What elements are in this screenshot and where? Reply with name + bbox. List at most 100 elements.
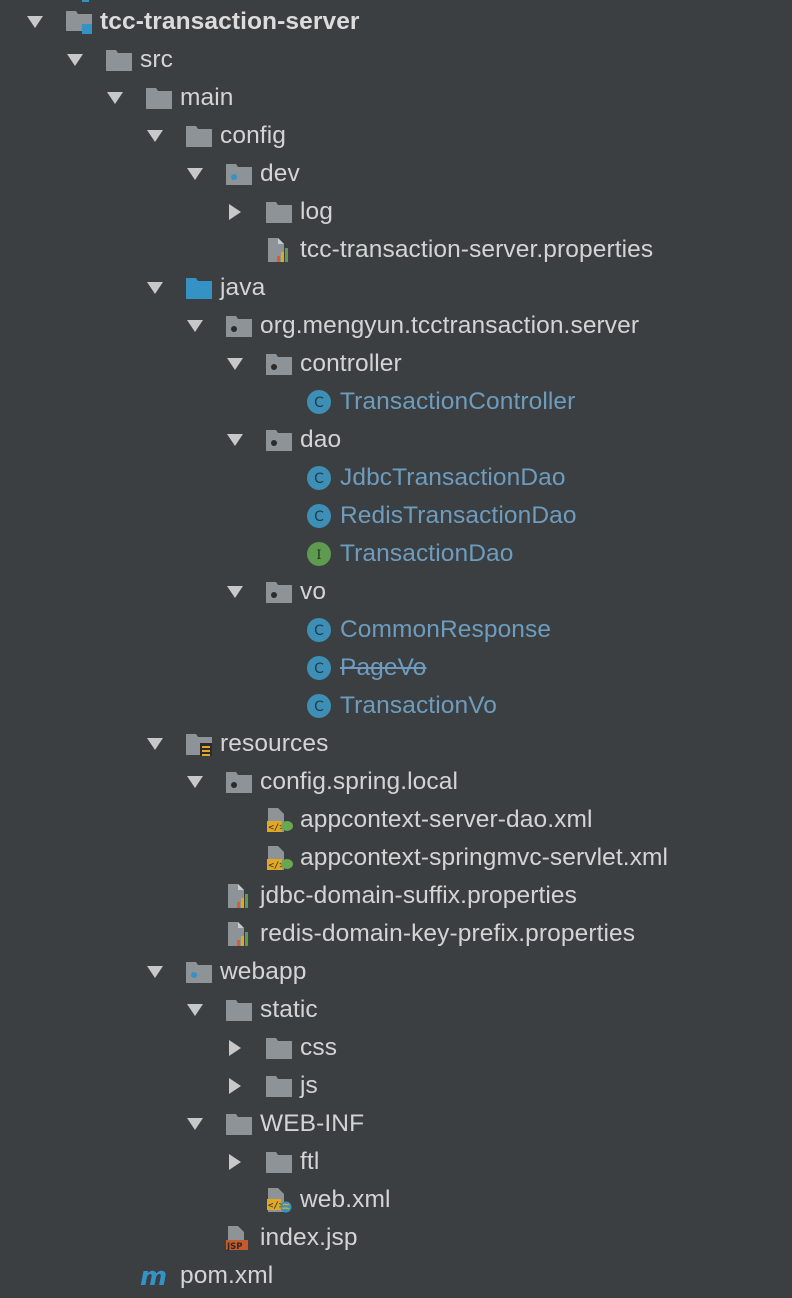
tree-item-java[interactable]: java — [0, 269, 792, 307]
collapse-arrow-icon[interactable] — [186, 165, 204, 183]
folder-icon — [224, 1111, 254, 1137]
tree-item-appcontext-server-dao-xml[interactable]: </> appcontext-server-dao.xml — [0, 801, 792, 839]
jsp-icon: JSP — [224, 1225, 254, 1251]
collapse-arrow-icon[interactable] — [66, 51, 84, 69]
folder-icon — [144, 85, 174, 111]
collapse-arrow-icon[interactable] — [146, 279, 164, 297]
tree-item-label: TransactionDao — [340, 540, 514, 567]
tree-item-common-response[interactable]: C CommonResponse — [0, 611, 792, 649]
collapse-arrow-icon[interactable] — [226, 583, 244, 601]
scroll-edge-mark — [86, 0, 89, 2]
folder-icon — [264, 1073, 294, 1099]
collapse-arrow-icon[interactable] — [186, 317, 204, 335]
tree-item-server-package[interactable]: org.mengyun.tcctransaction.server — [0, 307, 792, 345]
tree-item-dao[interactable]: dao — [0, 421, 792, 459]
tree-item-tcc-transaction-server-properties[interactable]: tcc-transaction-server.properties — [0, 231, 792, 269]
properties-icon — [264, 237, 294, 263]
tree-item-appcontext-springmvc-servlet-xml[interactable]: </> appcontext-springmvc-servlet.xml — [0, 839, 792, 877]
svg-text:I: I — [316, 548, 321, 563]
tree-item-label: static — [260, 996, 318, 1023]
collapse-arrow-icon[interactable] — [146, 127, 164, 145]
tree-item-redis-transaction-dao[interactable]: C RedisTransactionDao — [0, 497, 792, 535]
tree-item-label: web.xml — [300, 1186, 391, 1213]
folder-icon — [104, 47, 134, 73]
class-icon: C — [304, 389, 334, 415]
svg-text:C: C — [314, 395, 324, 411]
tree-item-label: main — [180, 84, 234, 111]
tree-item-static[interactable]: static — [0, 991, 792, 1029]
tree-item-transaction-dao[interactable]: I TransactionDao — [0, 535, 792, 573]
package-icon — [224, 769, 254, 795]
package-icon — [264, 351, 294, 377]
tree-item-page-vo[interactable]: C PageVo — [0, 649, 792, 687]
tree-item-ftl[interactable]: ftl — [0, 1143, 792, 1181]
class-icon: C — [304, 693, 334, 719]
tree-item-label: TransactionController — [340, 388, 576, 415]
tree-item-label: tcc-transaction-server.properties — [300, 236, 654, 263]
collapse-arrow-icon[interactable] — [226, 431, 244, 449]
tree-item-resources[interactable]: resources — [0, 725, 792, 763]
collapse-arrow-icon[interactable] — [186, 773, 204, 791]
tree-item-controller[interactable]: controller — [0, 345, 792, 383]
folder-icon — [264, 1149, 294, 1175]
tree-item-jdbc-domain-suffix-properties[interactable]: jdbc-domain-suffix.properties — [0, 877, 792, 915]
tree-item-label: ftl — [300, 1148, 320, 1175]
tree-item-web-inf[interactable]: WEB-INF — [0, 1105, 792, 1143]
class-icon: C — [304, 503, 334, 529]
tree-item-label: config.spring.local — [260, 768, 459, 795]
collapse-arrow-icon[interactable] — [106, 89, 124, 107]
tree-item-vo[interactable]: vo — [0, 573, 792, 611]
tree-item-transaction-vo[interactable]: C TransactionVo — [0, 687, 792, 725]
tree-item-label: src — [140, 46, 173, 73]
project-tree[interactable]: tcc-transaction-server src main config dev lo… — [0, 3, 792, 1295]
tree-item-css[interactable]: css — [0, 1029, 792, 1067]
tree-item-label: css — [300, 1034, 338, 1061]
tree-item-label: log — [300, 198, 333, 225]
expand-arrow-icon[interactable] — [226, 1077, 244, 1095]
web-xml-icon: </> — [264, 1187, 294, 1213]
expand-arrow-icon[interactable] — [226, 203, 244, 221]
svg-text:C: C — [314, 699, 324, 715]
tree-item-label: index.jsp — [260, 1224, 358, 1251]
tree-item-main[interactable]: main — [0, 79, 792, 117]
tree-item-transaction-controller[interactable]: C TransactionController — [0, 383, 792, 421]
folder-dot-icon — [224, 161, 254, 187]
svg-text:C: C — [314, 509, 324, 525]
package-icon — [264, 427, 294, 453]
tree-item-config[interactable]: config — [0, 117, 792, 155]
tree-item-config-spring-local[interactable]: config.spring.local — [0, 763, 792, 801]
tree-item-label: redis-domain-key-prefix.properties — [260, 920, 636, 947]
svg-text:JSP: JSP — [226, 1242, 243, 1251]
tree-item-label: JdbcTransactionDao — [340, 464, 566, 491]
collapse-arrow-icon[interactable] — [146, 735, 164, 753]
tree-item-webapp[interactable]: webapp — [0, 953, 792, 991]
tree-item-label: dao — [300, 426, 342, 453]
tree-item-js[interactable]: js — [0, 1067, 792, 1105]
collapse-arrow-icon[interactable] — [26, 13, 44, 31]
collapse-arrow-icon[interactable] — [186, 1115, 204, 1133]
tree-item-redis-domain-key-prefix-properties[interactable]: redis-domain-key-prefix.properties — [0, 915, 792, 953]
collapse-arrow-icon[interactable] — [186, 1001, 204, 1019]
tree-item-label: pom.xml — [180, 1262, 274, 1289]
tree-item-label: js — [300, 1072, 318, 1099]
expand-arrow-icon[interactable] — [226, 1153, 244, 1171]
tree-item-module-root[interactable]: tcc-transaction-server — [0, 3, 792, 41]
properties-icon — [224, 883, 254, 909]
folder-icon — [264, 1035, 294, 1061]
tree-item-pom-xml[interactable]: m pom.xml — [0, 1257, 792, 1295]
tree-item-jdbc-transaction-dao[interactable]: C JdbcTransactionDao — [0, 459, 792, 497]
tree-item-label: CommonResponse — [340, 616, 552, 643]
collapse-arrow-icon[interactable] — [146, 963, 164, 981]
class-icon: C — [304, 655, 334, 681]
tree-item-log[interactable]: log — [0, 193, 792, 231]
expand-arrow-icon[interactable] — [226, 1039, 244, 1057]
maven-icon: m — [138, 1263, 168, 1289]
tree-item-label: java — [220, 274, 266, 301]
collapse-arrow-icon[interactable] — [226, 355, 244, 373]
svg-text:C: C — [314, 623, 324, 639]
tree-item-src[interactable]: src — [0, 41, 792, 79]
tree-item-index-jsp[interactable]: JSP index.jsp — [0, 1219, 792, 1257]
tree-item-web-xml[interactable]: </> web.xml — [0, 1181, 792, 1219]
tree-item-dev[interactable]: dev — [0, 155, 792, 193]
package-icon — [224, 313, 254, 339]
